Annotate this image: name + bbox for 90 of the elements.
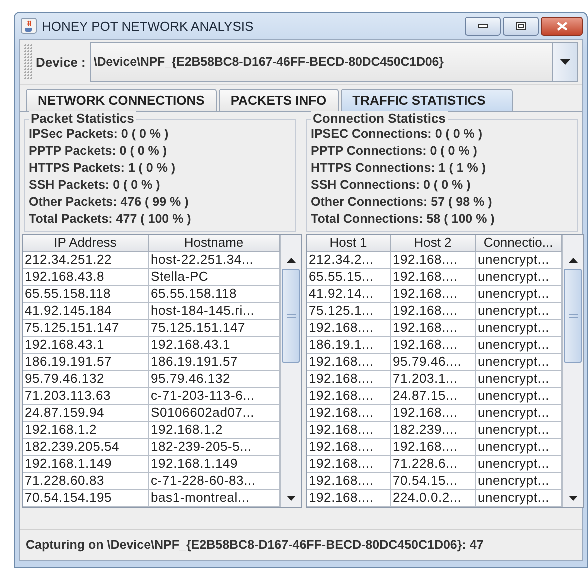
table-cell: 192.168.... bbox=[391, 303, 476, 320]
table-cell: 70.54.15... bbox=[391, 473, 476, 490]
stat-line: HTTPS Packets: 1 ( 0 % ) bbox=[29, 160, 177, 177]
scroll-thumb[interactable] bbox=[282, 269, 300, 363]
table-cell: 41.92.145.184 bbox=[23, 303, 149, 320]
table-cell: 212.34.251.22 bbox=[23, 252, 149, 269]
stat-line: Total Packets: 477 ( 100 % ) bbox=[29, 211, 192, 228]
status-text: Capturing on \Device\NPF_{E2B58BC8-D167-46FF-BECD-80DC450C1D06}: 47 bbox=[26, 538, 484, 552]
table-cell: 186.19.191.57 bbox=[23, 354, 149, 371]
panel-title: Packet Statistics bbox=[29, 111, 136, 126]
stat-line: PPTP Packets: 0 ( 0 % ) bbox=[29, 143, 168, 160]
column-header[interactable]: IP Address bbox=[23, 235, 149, 252]
table-cell: 192.168.... bbox=[307, 388, 391, 405]
table-cell: 75.125.151.147 bbox=[23, 320, 149, 337]
grip-icon bbox=[286, 314, 296, 318]
table-cell: 182.239.... bbox=[391, 422, 476, 439]
table-cell: 192.168.... bbox=[307, 490, 391, 507]
stat-line: IPSEC Connections: 0 ( 0 % ) bbox=[311, 126, 484, 143]
close-icon[interactable] bbox=[556, 22, 568, 30]
table-cell: 212.34.2... bbox=[307, 252, 391, 269]
scroll-thumb[interactable] bbox=[564, 269, 582, 363]
scrollbar[interactable] bbox=[280, 235, 301, 507]
table-cell: 192.168.... bbox=[307, 439, 391, 456]
table-cell: 192.168.... bbox=[391, 439, 476, 456]
table-cell: 192.168.... bbox=[391, 252, 476, 269]
close-button[interactable] bbox=[541, 16, 583, 36]
table-cell: 41.92.14... bbox=[307, 286, 391, 303]
device-label: Device : bbox=[36, 54, 86, 70]
tab[interactable]: PACKETS INFO bbox=[218, 89, 339, 111]
table-cell: 24.87.159.94 bbox=[23, 405, 149, 422]
toolbar-grip[interactable] bbox=[24, 44, 32, 80]
column-header[interactable]: Host 1 bbox=[307, 235, 391, 252]
table-cell: 192.168.... bbox=[307, 456, 391, 473]
table-cell: 192.168.... bbox=[391, 337, 476, 354]
table-cell: 65.55.15... bbox=[307, 269, 391, 286]
tab[interactable]: NETWORK CONNECTIONS bbox=[26, 89, 217, 111]
table-cell: 192.168.... bbox=[391, 286, 476, 303]
stat-line: Total Connections: 58 ( 100 % ) bbox=[311, 211, 496, 228]
table-cell: 192.168.1.2 bbox=[23, 422, 149, 439]
maximize-icon[interactable] bbox=[516, 22, 526, 30]
table-cell: 192.168.1.149 bbox=[23, 456, 149, 473]
table-cell: 24.87.15... bbox=[391, 388, 476, 405]
table-cell: 192.168.43.1 bbox=[23, 337, 149, 354]
panel-title: Connection Statistics bbox=[311, 111, 448, 126]
dropdown-arrow-icon[interactable] bbox=[560, 59, 570, 65]
table-cell: 95.79.46.132 bbox=[23, 371, 149, 388]
minimize-button[interactable] bbox=[465, 16, 501, 36]
table-cell: 224.0.0.2... bbox=[391, 490, 476, 507]
table-cell: 70.54.154.195 bbox=[23, 490, 149, 507]
table-cell: 192.168.... bbox=[391, 320, 476, 337]
table-cell: 71.203.113.63 bbox=[23, 388, 149, 405]
table-cell: 192.168.43.8 bbox=[23, 269, 149, 286]
stat-line: SSH Packets: 0 ( 0 % ) bbox=[29, 177, 162, 194]
stat-line: HTTPS Connections: 1 ( 1 % ) bbox=[311, 160, 488, 177]
column-header[interactable]: Host 2 bbox=[391, 235, 476, 252]
table-cell: 71.228.60.83 bbox=[23, 473, 149, 490]
column-header[interactable]: Connectio... bbox=[476, 235, 562, 252]
table-cell: 192.168.... bbox=[307, 422, 391, 439]
stat-line: PPTP Connections: 0 ( 0 % ) bbox=[311, 143, 478, 160]
tab[interactable]: TRAFFIC STATISTICS bbox=[340, 89, 513, 111]
table-cell: 192.168.... bbox=[307, 473, 391, 490]
stat-line: SSH Connections: 0 ( 0 % ) bbox=[311, 177, 472, 194]
column-header[interactable]: Hostname bbox=[149, 235, 280, 252]
table-cell: 192.168.... bbox=[307, 320, 391, 337]
stat-line: IPSec Packets: 0 ( 0 % ) bbox=[29, 126, 170, 143]
scroll-up-icon[interactable] bbox=[286, 258, 296, 263]
device-dropdown[interactable]: \Device\NPF_{E2B58BC8-D167-46FF-BECD-80DC450C1D06} bbox=[90, 42, 578, 82]
table-cell: 95.79.46.... bbox=[391, 354, 476, 371]
grip-icon bbox=[568, 314, 578, 318]
maximize-button[interactable] bbox=[503, 16, 539, 36]
table-cell: 182.239.205.54 bbox=[23, 439, 149, 456]
table-cell: 192.168.... bbox=[391, 269, 476, 286]
coffee-cup-icon bbox=[21, 18, 37, 34]
table-cell: 65.55.158.118 bbox=[23, 286, 149, 303]
table-cell: 71.203.1... bbox=[391, 371, 476, 388]
table-cell: 186.19.1... bbox=[307, 337, 391, 354]
table-cell: 192.168.... bbox=[307, 405, 391, 422]
scroll-down-icon[interactable] bbox=[568, 496, 578, 501]
table-cell: 192.168.... bbox=[391, 405, 476, 422]
stat-line: Other Packets: 476 ( 99 % ) bbox=[29, 194, 190, 211]
table-cell: 192.168.... bbox=[307, 354, 391, 371]
stat-line: Other Connections: 57 ( 98 % ) bbox=[311, 194, 494, 211]
scrollbar[interactable] bbox=[562, 235, 583, 507]
scroll-up-icon[interactable] bbox=[568, 258, 578, 263]
table-cell: 192.168.... bbox=[307, 371, 391, 388]
table-cell: 75.125.1... bbox=[307, 303, 391, 320]
table-cell: 71.228.6... bbox=[391, 456, 476, 473]
minimize-icon[interactable] bbox=[478, 24, 488, 28]
scroll-down-icon[interactable] bbox=[286, 496, 296, 501]
window-title: HONEY POT NETWORK ANALYSIS bbox=[42, 18, 255, 34]
